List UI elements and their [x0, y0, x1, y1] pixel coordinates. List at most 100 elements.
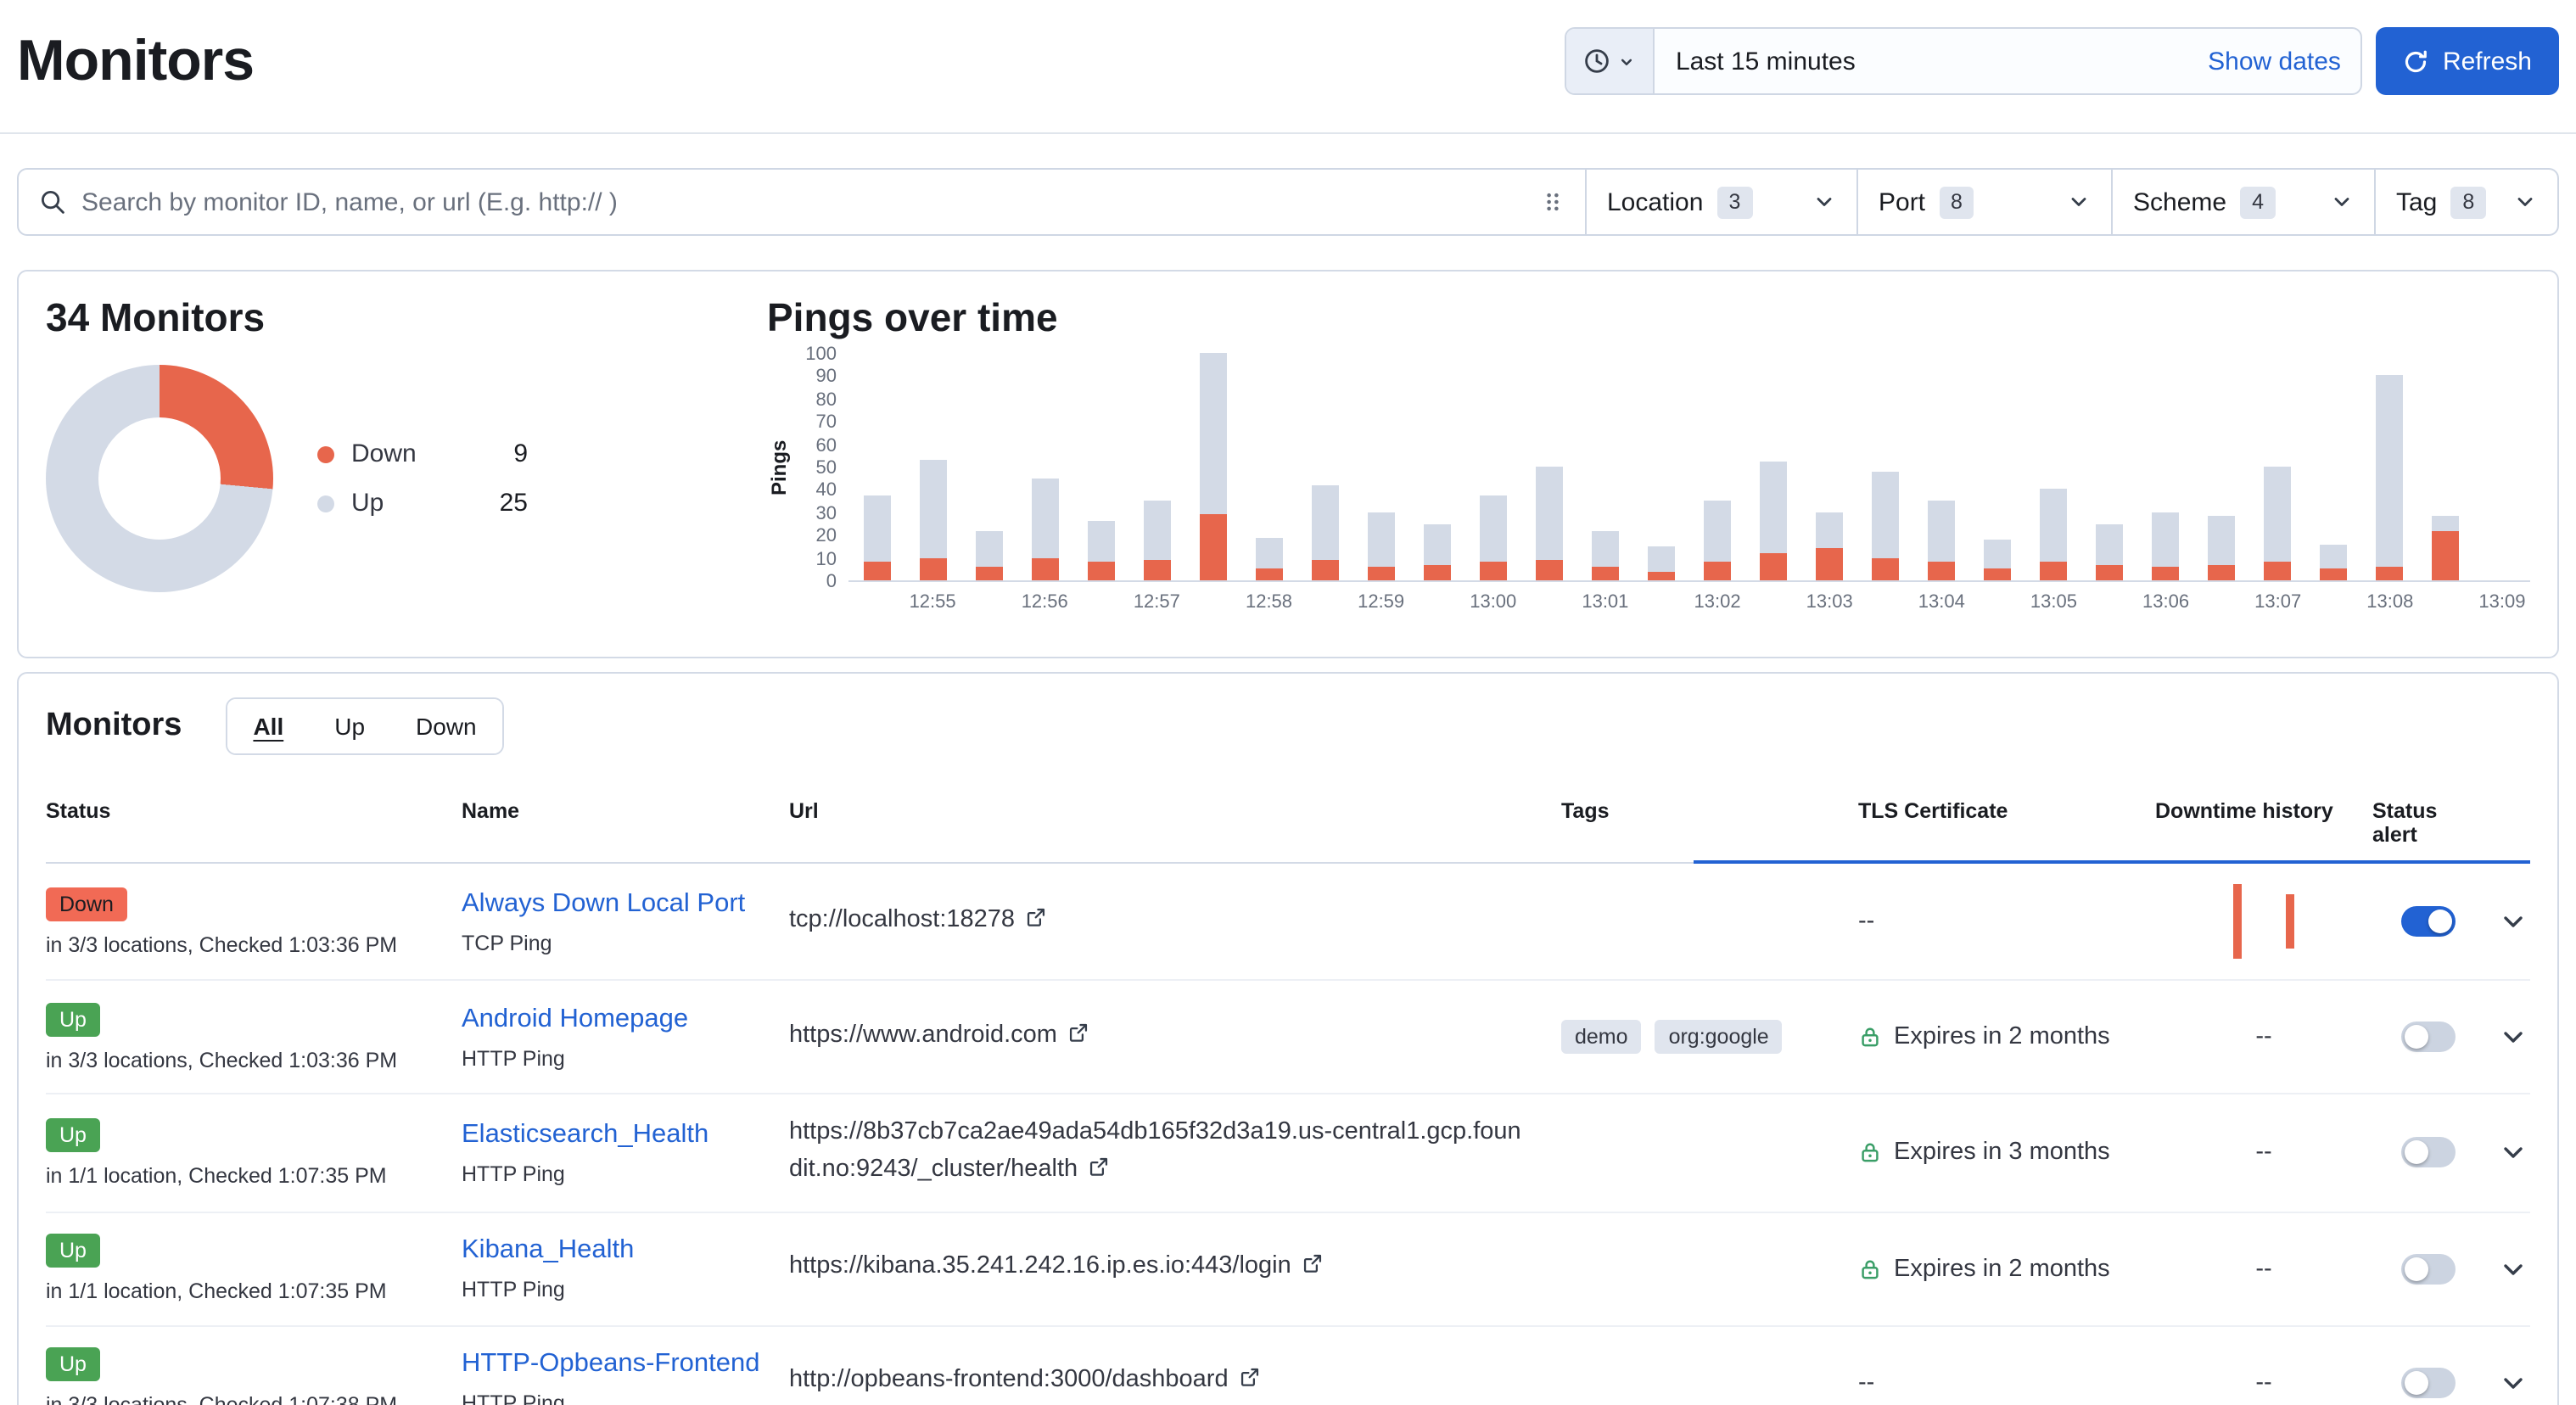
filter-all-button[interactable]: All	[227, 699, 309, 753]
overview-panel: 34 Monitors Down9Up25 Pings over time Pi…	[17, 270, 2559, 658]
ping-bar	[1648, 546, 1675, 580]
x-tick-label: 12:58	[1246, 592, 1292, 613]
monitor-row: Up in 3/3 locations, Checked 1:03:36 PM …	[46, 981, 2530, 1094]
refresh-button[interactable]: Refresh	[2377, 27, 2559, 95]
external-link-icon[interactable]	[1025, 904, 1047, 941]
status-badge: Up	[46, 1118, 100, 1152]
monitor-name-link[interactable]: Always Down Local Port	[462, 888, 745, 917]
x-tick-label: 13:00	[1470, 592, 1516, 613]
donut-legend: Down9Up25	[317, 439, 528, 518]
time-range-button[interactable]: Last 15 minutes	[1655, 47, 2187, 76]
filter-scheme-button[interactable]: Scheme 4	[2113, 168, 2376, 236]
monitor-url: tcp://localhost:18278	[789, 905, 1015, 932]
monitor-name-link[interactable]: Kibana_Health	[462, 1235, 634, 1264]
ping-bar	[863, 496, 890, 580]
expand-row-chevron-icon[interactable]	[2500, 1139, 2527, 1167]
x-tick-label: 13:01	[1582, 592, 1628, 613]
y-tick-label: 0	[826, 572, 837, 592]
status-detail: in 3/3 locations, Checked 1:07:38 PM	[46, 1393, 462, 1405]
monitor-list-title: Monitors	[46, 708, 182, 745]
downtime-empty: --	[2255, 1369, 2271, 1396]
expand-row-chevron-icon[interactable]	[2500, 1369, 2527, 1396]
tag-badge: org:google	[1655, 1020, 1783, 1054]
status-filter-group: All Up Down	[226, 697, 503, 755]
tls-text: Expires in 2 months	[1894, 1255, 2110, 1282]
clock-icon	[1584, 48, 1611, 75]
ping-bar	[1424, 523, 1451, 580]
ping-bar	[2097, 523, 2124, 580]
filter-up-button[interactable]: Up	[309, 699, 390, 753]
tag-badge: demo	[1561, 1020, 1642, 1054]
expand-row-chevron-icon[interactable]	[2500, 1023, 2527, 1050]
date-picker: Last 15 minutes Show dates	[1565, 27, 2363, 95]
filter-row: Location 3 Port 8 Scheme 4 Tag 8	[17, 168, 2559, 236]
status-alert-toggle[interactable]	[2401, 1138, 2456, 1168]
ping-bar	[2265, 467, 2292, 580]
external-link-icon[interactable]	[1067, 1019, 1089, 1056]
external-link-icon[interactable]	[1239, 1364, 1261, 1402]
pings-chart-title: Pings over time	[767, 295, 2530, 341]
monitor-table-body: Down in 3/3 locations, Checked 1:03:36 P…	[46, 864, 2530, 1405]
monitor-type: TCP Ping	[462, 931, 789, 954]
show-dates-button[interactable]: Show dates	[2187, 47, 2361, 76]
legend-item: Up25	[317, 489, 528, 518]
y-tick-label: 60	[816, 435, 837, 456]
monitors-summary: 34 Monitors Down9Up25	[46, 295, 767, 630]
filter-count-badge: 4	[2240, 186, 2276, 218]
pings-y-axis: 0102030405060708090100	[791, 355, 848, 582]
search-input[interactable]	[81, 188, 1526, 216]
y-tick-label: 20	[816, 526, 837, 546]
filter-label: Tag	[2396, 188, 2437, 216]
filter-location-button[interactable]: Location 3	[1587, 168, 1858, 236]
external-link-icon[interactable]	[1302, 1251, 1324, 1288]
page-header: Monitors Last 15 minutes Show dates Refr…	[0, 0, 2576, 134]
x-tick-label: 12:57	[1134, 592, 1180, 613]
status-alert-toggle[interactable]	[2401, 906, 2456, 937]
ping-bar	[2433, 517, 2460, 580]
external-link-icon[interactable]	[1088, 1154, 1110, 1191]
y-tick-label: 70	[816, 412, 837, 433]
monitor-row: Up in 1/1 location, Checked 1:07:35 PM K…	[46, 1212, 2530, 1326]
monitor-name-link[interactable]: Elasticsearch_Health	[462, 1120, 708, 1149]
downtime-sparkline	[2233, 884, 2294, 959]
quick-select-button[interactable]	[1567, 29, 1655, 93]
filter-tag-button[interactable]: Tag 8	[2376, 168, 2559, 236]
ping-bar	[1087, 521, 1114, 580]
x-tick-label: 12:55	[910, 592, 956, 613]
monitor-name-link[interactable]: Android Homepage	[462, 1004, 688, 1033]
pings-y-axis-title: Pings	[767, 355, 791, 582]
pings-over-time: Pings over time Pings 010203040506070809…	[767, 295, 2530, 630]
pings-plot	[848, 355, 2530, 582]
monitor-row: Down in 3/3 locations, Checked 1:03:36 P…	[46, 864, 2530, 981]
status-alert-toggle[interactable]	[2401, 1022, 2456, 1052]
status-alert-toggle[interactable]	[2401, 1253, 2456, 1284]
search-icon	[39, 188, 66, 216]
y-tick-label: 10	[816, 549, 837, 569]
expand-row-chevron-icon[interactable]	[2500, 908, 2527, 935]
filter-port-button[interactable]: Port 8	[1858, 168, 2113, 236]
table-header: Status Name Url Tags TLS Certificate Dow…	[46, 786, 2530, 864]
y-tick-label: 100	[805, 344, 837, 365]
y-tick-label: 40	[816, 481, 837, 501]
x-tick-label: 13:09	[2478, 592, 2525, 613]
search-options-icon[interactable]	[1541, 190, 1565, 214]
ping-bar	[1592, 530, 1619, 580]
lock-icon	[1858, 1257, 1882, 1280]
monitor-name-link[interactable]: HTTP-Opbeans-Frontend	[462, 1349, 760, 1378]
x-tick-label: 13:08	[2366, 592, 2413, 613]
x-tick-label: 13:04	[1918, 592, 1965, 613]
ping-bar	[2321, 544, 2348, 580]
ping-bar	[1704, 501, 1731, 580]
header-progress-line	[1693, 860, 2530, 864]
ping-bar	[2040, 490, 2067, 580]
tags-cell: demo org:google	[1561, 1020, 1858, 1054]
y-tick-label: 30	[816, 504, 837, 524]
filter-down-button[interactable]: Down	[390, 699, 502, 753]
status-alert-toggle[interactable]	[2401, 1367, 2456, 1397]
expand-row-chevron-icon[interactable]	[2500, 1255, 2527, 1282]
search-box	[17, 168, 1587, 236]
x-tick-label: 13:06	[2142, 592, 2189, 613]
ping-bar	[1760, 462, 1787, 580]
y-tick-label: 50	[816, 458, 837, 479]
tls-text: --	[1858, 908, 1874, 935]
